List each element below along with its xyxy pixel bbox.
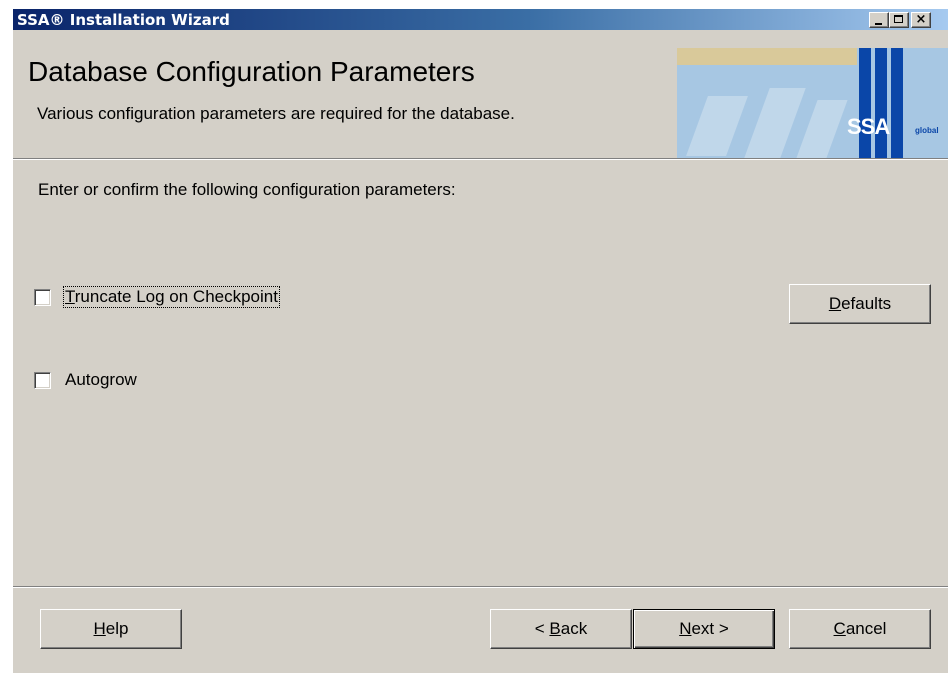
- back-button[interactable]: < Back: [490, 609, 632, 649]
- accelerator-key: B: [549, 619, 561, 638]
- logo-tagline: global: [915, 126, 939, 135]
- footer-separator: [13, 586, 948, 588]
- logo-bar: [875, 48, 887, 158]
- close-button[interactable]: ×: [911, 12, 931, 28]
- accelerator-key: D: [828, 294, 842, 313]
- maximize-button[interactable]: [889, 12, 909, 28]
- logo-shape: [744, 88, 806, 158]
- ssa-global-logo: SSA global: [677, 48, 948, 158]
- label-text: runcate Log on Checkpoint: [74, 287, 278, 306]
- page-subtitle: Various configuration parameters are req…: [37, 104, 515, 123]
- autogrow-label[interactable]: Autogrow: [64, 370, 138, 390]
- page-title: Database Configuration Parameters: [28, 56, 475, 87]
- truncate-log-checkbox[interactable]: [34, 289, 51, 306]
- logo-bar: [859, 48, 871, 158]
- accelerator-key: T: [65, 287, 75, 306]
- button-label: efaults: [841, 294, 892, 313]
- button-label: ext >: [691, 619, 729, 638]
- header-separator: [13, 158, 948, 160]
- label-text: Autogrow: [65, 370, 137, 389]
- autogrow-checkbox[interactable]: [34, 372, 51, 389]
- close-icon: ×: [915, 12, 927, 27]
- minimize-button[interactable]: [869, 12, 889, 28]
- title-bar[interactable]: SSA® Installation Wizard ×: [13, 9, 948, 30]
- button-label: elp: [105, 619, 129, 638]
- defaults-button[interactable]: Defaults: [789, 284, 931, 324]
- accelerator-key: C: [833, 619, 846, 638]
- button-prefix: <: [534, 619, 550, 638]
- logo-shape: [686, 96, 748, 156]
- minimize-icon: [875, 23, 882, 25]
- help-button[interactable]: Help: [40, 609, 182, 649]
- truncate-log-label[interactable]: Truncate Log on Checkpoint: [63, 286, 280, 308]
- cancel-button[interactable]: Cancel: [789, 609, 931, 649]
- button-label: ack: [560, 619, 588, 638]
- logo-brand-text: SSA: [847, 114, 890, 139]
- next-button[interactable]: Next >: [633, 609, 775, 649]
- maximize-icon: [894, 15, 903, 23]
- logo-bar: [891, 48, 903, 158]
- button-label: ancel: [845, 619, 887, 638]
- instruction-text: Enter or confirm the following configura…: [38, 180, 456, 199]
- wizard-header: Database Configuration Parameters Variou…: [13, 30, 948, 158]
- window-title: SSA® Installation Wizard: [17, 11, 230, 29]
- logo-band: [677, 48, 857, 65]
- accelerator-key: N: [679, 619, 692, 638]
- wizard-window: SSA® Installation Wizard × Database Conf…: [12, 8, 948, 673]
- logo-shape: [796, 100, 848, 158]
- accelerator-key: H: [93, 619, 106, 638]
